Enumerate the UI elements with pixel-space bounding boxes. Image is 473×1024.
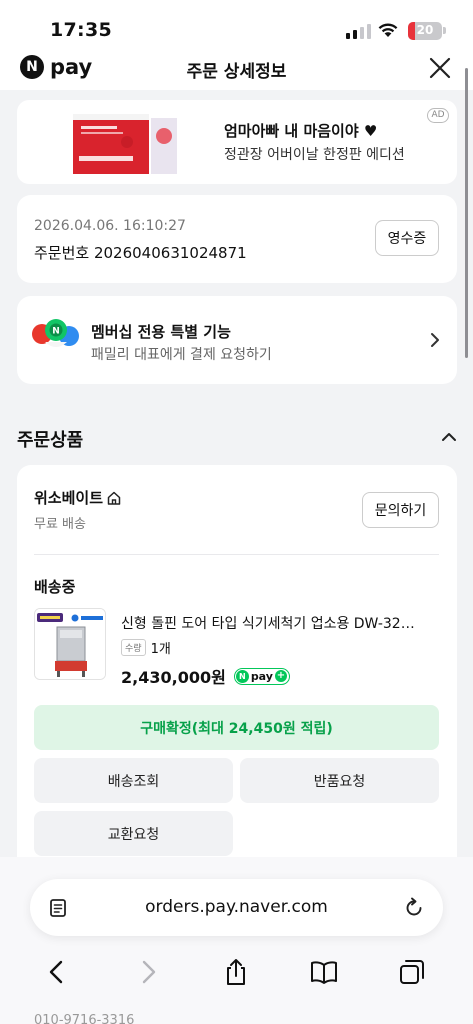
store-home-icon <box>107 491 121 505</box>
seller-name[interactable]: 위소베이트 <box>34 487 122 508</box>
status-bar: 17:35 20 <box>0 0 473 52</box>
price-row: 2,430,000원 N pay + <box>121 664 290 688</box>
svg-text:N: N <box>52 327 60 337</box>
product-image <box>35 609 105 679</box>
share-icon[interactable] <box>221 957 251 987</box>
forward-icon[interactable] <box>133 957 163 987</box>
bookmarks-icon[interactable] <box>309 957 339 987</box>
browser-toolbar: orders.pay.naver.com <box>0 857 473 1024</box>
quantity-row: 수량 1개 <box>121 638 171 657</box>
ad-title: 엄마아빠 내 마음이야 ♥ <box>224 122 378 140</box>
status-time: 17:35 <box>50 19 112 41</box>
battery-icon: 20 <box>408 22 442 40</box>
product-thumbnail[interactable] <box>34 608 106 680</box>
url-text: orders.pay.naver.com <box>145 897 328 917</box>
order-datetime: 2026.04.06. 16:10:27 <box>34 218 186 234</box>
track-shipping-button[interactable]: 배송조회 <box>34 758 233 803</box>
purchase-confirm-button[interactable]: 구매확정(최대 24,450원 적립) <box>34 705 439 750</box>
ad-badge: AD <box>427 108 449 123</box>
return-request-button[interactable]: 반품요청 <box>240 758 439 803</box>
npay-n-icon: N <box>235 669 249 683</box>
background-phone-text: 010-9716-3316 <box>34 1013 135 1024</box>
cellular-signal-icon <box>346 24 371 39</box>
header: N pay 주문 상세정보 <box>0 52 473 90</box>
ad-banner[interactable]: 엄마아빠 내 마음이야 ♥ 정관장 어버이날 한정판 에디션 AD <box>17 100 457 184</box>
exchange-request-button[interactable]: 교환요청 <box>34 811 233 856</box>
order-info-card: 2026.04.06. 16:10:27 주문번호 20260406310248… <box>17 195 457 283</box>
seller-name-text: 위소베이트 <box>34 489 104 507</box>
npay-plus-badge: N pay + <box>233 667 290 685</box>
wifi-icon <box>378 23 398 37</box>
product-price: 2,430,000원 <box>121 668 226 687</box>
plus-icon: + <box>274 670 287 682</box>
scroll-indicator <box>465 68 468 358</box>
battery-percent: 20 <box>416 23 434 37</box>
tabs-icon[interactable] <box>397 957 427 987</box>
inquiry-button[interactable]: 문의하기 <box>362 492 439 528</box>
divider <box>34 554 439 555</box>
receipt-button[interactable]: 영수증 <box>375 220 439 256</box>
section-title: 주문상품 <box>17 430 84 451</box>
delivery-status: 배송중 <box>34 578 76 596</box>
product-card: 위소베이트 무료 배송 문의하기 배송중 신형 돌핀 도어 타입 식기세척기 업… <box>17 465 457 857</box>
chevron-up-icon[interactable] <box>440 428 458 446</box>
battery-cap <box>443 27 446 34</box>
ad-subtitle: 정관장 어버이날 한정판 에디션 <box>224 147 405 163</box>
shipping-info: 무료 배송 <box>34 517 86 532</box>
close-icon[interactable] <box>426 54 454 82</box>
back-icon[interactable] <box>42 957 72 987</box>
order-number: 주문번호 2026040631024871 <box>34 244 247 262</box>
address-bar[interactable]: orders.pay.naver.com <box>30 879 443 936</box>
ad-product-image <box>69 106 181 178</box>
membership-card[interactable]: N 멤버십 전용 특별 기능 패밀리 대표에게 결제 요청하기 <box>17 296 457 384</box>
membership-subtitle: 패밀리 대표에게 결제 요청하기 <box>91 347 272 363</box>
npay-badge-text: pay <box>250 669 273 683</box>
membership-title: 멤버십 전용 특별 기능 <box>91 323 231 341</box>
chevron-right-icon <box>431 333 439 347</box>
quantity-value: 1개 <box>150 642 171 657</box>
product-name[interactable]: 신형 돌핀 도어 타입 식기세척기 업소용 DW-32… <box>121 613 441 633</box>
reload-icon[interactable] <box>403 897 425 919</box>
family-members-icon: N <box>32 319 79 347</box>
page-title: 주문 상세정보 <box>186 62 287 82</box>
quantity-tag: 수량 <box>121 639 146 656</box>
